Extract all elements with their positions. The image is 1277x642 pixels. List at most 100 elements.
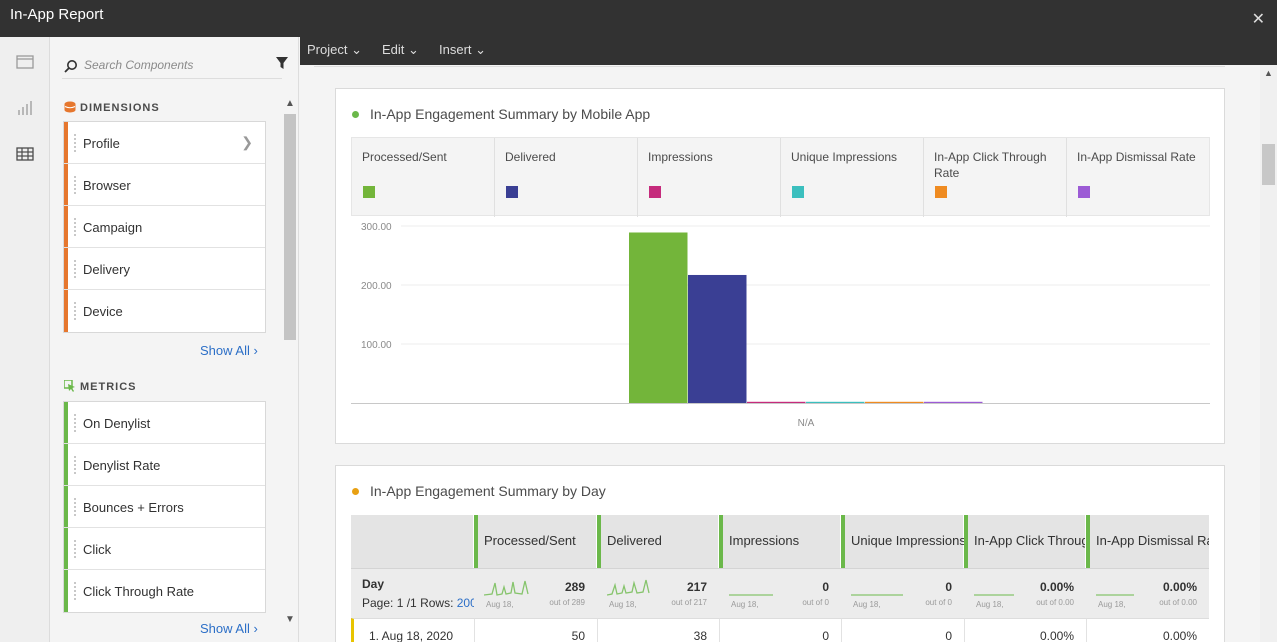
bar-chart: 100.00 200.00 300.00 N/A [351,222,1210,429]
drag-handle[interactable] [74,540,76,558]
show-all-label: Show All [200,343,250,358]
drag-handle[interactable] [74,582,76,600]
show-all-dimensions-link[interactable]: Show All › [200,343,258,358]
sparkline-date: Aug 18, [1098,600,1126,609]
canvas-scrollbar[interactable]: ▲ [1260,65,1277,642]
card-title[interactable]: In-App Engagement Summary by Mobile App [370,106,650,122]
metric-item-on-denylist[interactable]: On Denylist [64,402,265,444]
sparkline-date: Aug 18, [609,600,637,609]
dimension-label: Profile [83,136,120,151]
dimension-item-profile[interactable]: Profile ❯ [64,122,265,164]
legend-item[interactable]: In-App Dismissal Rate [1067,138,1210,217]
table-cell[interactable]: 0.00% [1086,618,1209,642]
sparkline [729,594,773,596]
dimensions-header-label: DIMENSIONS [80,102,160,114]
drag-handle[interactable] [1086,515,1090,568]
drag-handle[interactable] [74,302,76,320]
table-cell[interactable]: 38 [597,618,719,642]
metric-item-click-through-rate[interactable]: Click Through Rate [64,570,265,612]
scroll-up-icon[interactable]: ▲ [285,98,295,109]
legend-item[interactable]: Delivered [495,138,638,217]
chevron-right-icon: › [253,621,258,636]
components-panel: Search Components DIMENSIONS Profile ❯ Br… [50,37,299,642]
column-header[interactable]: Delivered [597,515,719,568]
summary-cell: Aug 18, 0.00% out of 0.00 [964,568,1086,618]
menu-edit[interactable]: Edit ⌄ [382,42,419,58]
drag-handle[interactable] [474,515,478,568]
metrics-header-label: METRICS [80,381,137,393]
canvas-scrollbar-thumb[interactable] [1262,144,1275,185]
chevron-right-icon[interactable]: ❯ [241,134,253,151]
metric-item-bounces-errors[interactable]: Bounces + Errors [64,486,265,528]
summary-total: out of 0 [802,598,829,607]
dimension-item-campaign[interactable]: Campaign [64,206,265,248]
panel-scrollbar[interactable]: ▲ ▼ [282,98,297,628]
drag-handle[interactable] [74,134,76,152]
menu-bar: Project ⌄ Edit ⌄ Insert ⌄ [300,37,1277,65]
drag-handle[interactable] [74,414,76,432]
summary-total: out of 0.00 [1159,598,1197,607]
search-input[interactable]: Search Components [62,51,288,79]
drag-handle[interactable] [74,218,76,236]
chevron-right-icon: › [253,343,258,358]
legend-swatch [649,186,661,198]
card-title[interactable]: In-App Engagement Summary by Day [370,483,606,499]
legend-item[interactable]: Processed/Sent [352,138,495,217]
column-header[interactable]: In-App Click Throug [964,515,1086,568]
row-header-cell: Day Page: 1 /1 Rows: 200 [351,568,477,618]
table-cell[interactable]: 50 [474,618,597,642]
table-row-label[interactable]: 1. Aug 18, 2020 [351,618,474,642]
close-icon[interactable]: ✕ [1252,9,1265,29]
metric-item-click[interactable]: Click [64,528,265,570]
freeform-table-card: In-App Engagement Summary by Day Process… [335,465,1225,642]
y-tick-label: 300.00 [361,222,392,233]
legend-label: Processed/Sent [362,150,447,164]
metric-label: On Denylist [83,416,151,431]
metrics-header: METRICS [63,379,137,393]
drag-handle[interactable] [964,515,968,568]
legend-swatch [935,186,947,198]
dimensions-icon [64,101,76,113]
x-category-label: N/A [798,418,815,429]
freeform-table: Processed/Sent Delivered Impressions Uni… [351,515,1209,642]
menu-insert[interactable]: Insert ⌄ [439,42,486,58]
column-header[interactable]: In-App Dismissal Ra [1086,515,1209,568]
metric-item-denylist-rate[interactable]: Denylist Rate [64,444,265,486]
drag-handle[interactable] [74,456,76,474]
dimension-item-delivery[interactable]: Delivery [64,248,265,290]
column-header[interactable]: Processed/Sent [474,515,597,568]
dimension-item-browser[interactable]: Browser [64,164,265,206]
visualizations-icon[interactable] [16,100,34,116]
column-header[interactable]: Impressions [719,515,841,568]
legend-item[interactable]: In-App Click Through Rate [924,138,1067,217]
y-tick-label: 100.00 [361,340,392,351]
drag-handle[interactable] [74,176,76,194]
column-header[interactable]: Unique Impressions [841,515,966,568]
components-icon[interactable] [16,146,34,162]
drag-handle[interactable] [841,515,845,568]
scroll-up-icon[interactable]: ▲ [1264,68,1273,78]
legend-item[interactable]: Impressions [638,138,781,217]
scroll-down-icon[interactable]: ▼ [285,614,295,625]
menu-project[interactable]: Project ⌄ [307,42,362,58]
metric-label: Denylist Rate [83,458,161,473]
bar [865,401,924,403]
table-cell[interactable]: 0.00% [964,618,1086,642]
sparkline-date: Aug 18, [731,600,759,609]
panels-icon[interactable] [16,54,34,70]
table-cell[interactable]: 0 [719,618,841,642]
show-all-metrics-link[interactable]: Show All › [200,621,258,636]
drag-handle[interactable] [597,515,601,568]
legend-item[interactable]: Unique Impressions [781,138,924,217]
filter-icon[interactable] [276,57,288,75]
panel-scrollbar-thumb[interactable] [284,114,296,340]
legend-swatch [792,186,804,198]
drag-handle[interactable] [74,498,76,516]
summary-value: 0.00% [1162,580,1197,594]
dimension-label: Campaign [83,220,143,235]
table-cell[interactable]: 0 [841,618,964,642]
drag-handle[interactable] [719,515,723,568]
card-status-dot [352,488,359,495]
dimension-item-device[interactable]: Device [64,290,265,332]
drag-handle[interactable] [74,260,76,278]
